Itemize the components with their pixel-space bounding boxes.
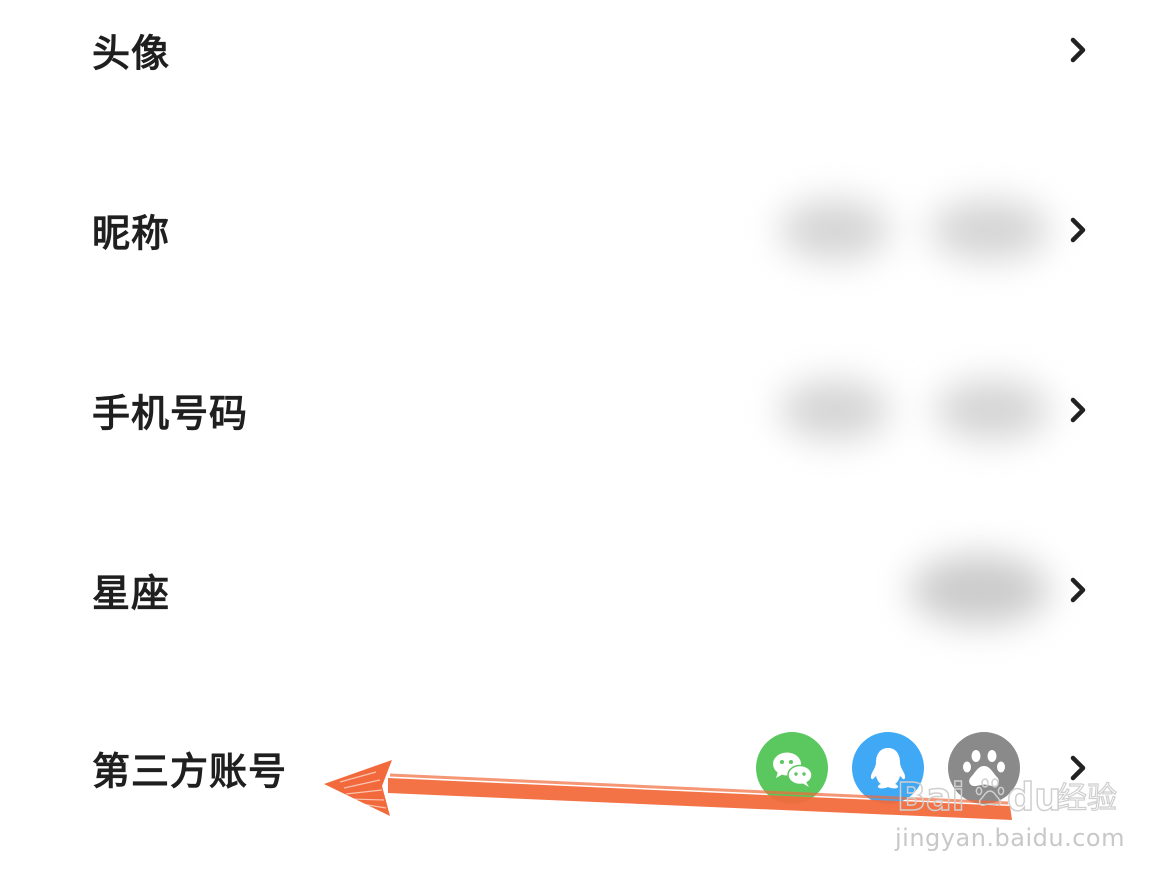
settings-row-label: 第三方账号 [92, 749, 288, 794]
settings-row-label: 星座 [92, 571, 171, 616]
blurred-nickname-value [780, 200, 890, 260]
settings-row-zodiac[interactable]: 星座 [0, 530, 1169, 650]
settings-row-third-party-accounts[interactable]: 第三方账号 [0, 708, 1169, 828]
blurred-phone-value [935, 380, 1050, 440]
baidu-icon[interactable] [948, 732, 1020, 804]
account-settings-list: 头像 昵称 手机号码 星座 第三方账号 [0, 0, 1169, 877]
chevron-right-icon [1070, 37, 1086, 63]
chevron-right-icon [1070, 217, 1086, 243]
settings-row-label: 昵称 [92, 211, 171, 256]
chevron-right-icon [1070, 755, 1086, 781]
settings-row-phone[interactable]: 手机号码 [0, 350, 1169, 470]
chevron-right-icon [1070, 397, 1086, 423]
blurred-zodiac-value [910, 555, 1050, 625]
settings-row-label: 头像 [92, 31, 171, 76]
qq-icon[interactable] [852, 732, 924, 804]
wechat-icon[interactable] [756, 732, 828, 804]
settings-row-avatar[interactable]: 头像 [0, 0, 1169, 110]
settings-row-label: 手机号码 [92, 391, 249, 436]
chevron-right-icon [1070, 577, 1086, 603]
blurred-phone-value [780, 380, 890, 440]
blurred-nickname-value [930, 200, 1050, 260]
settings-row-nickname[interactable]: 昵称 [0, 170, 1169, 290]
